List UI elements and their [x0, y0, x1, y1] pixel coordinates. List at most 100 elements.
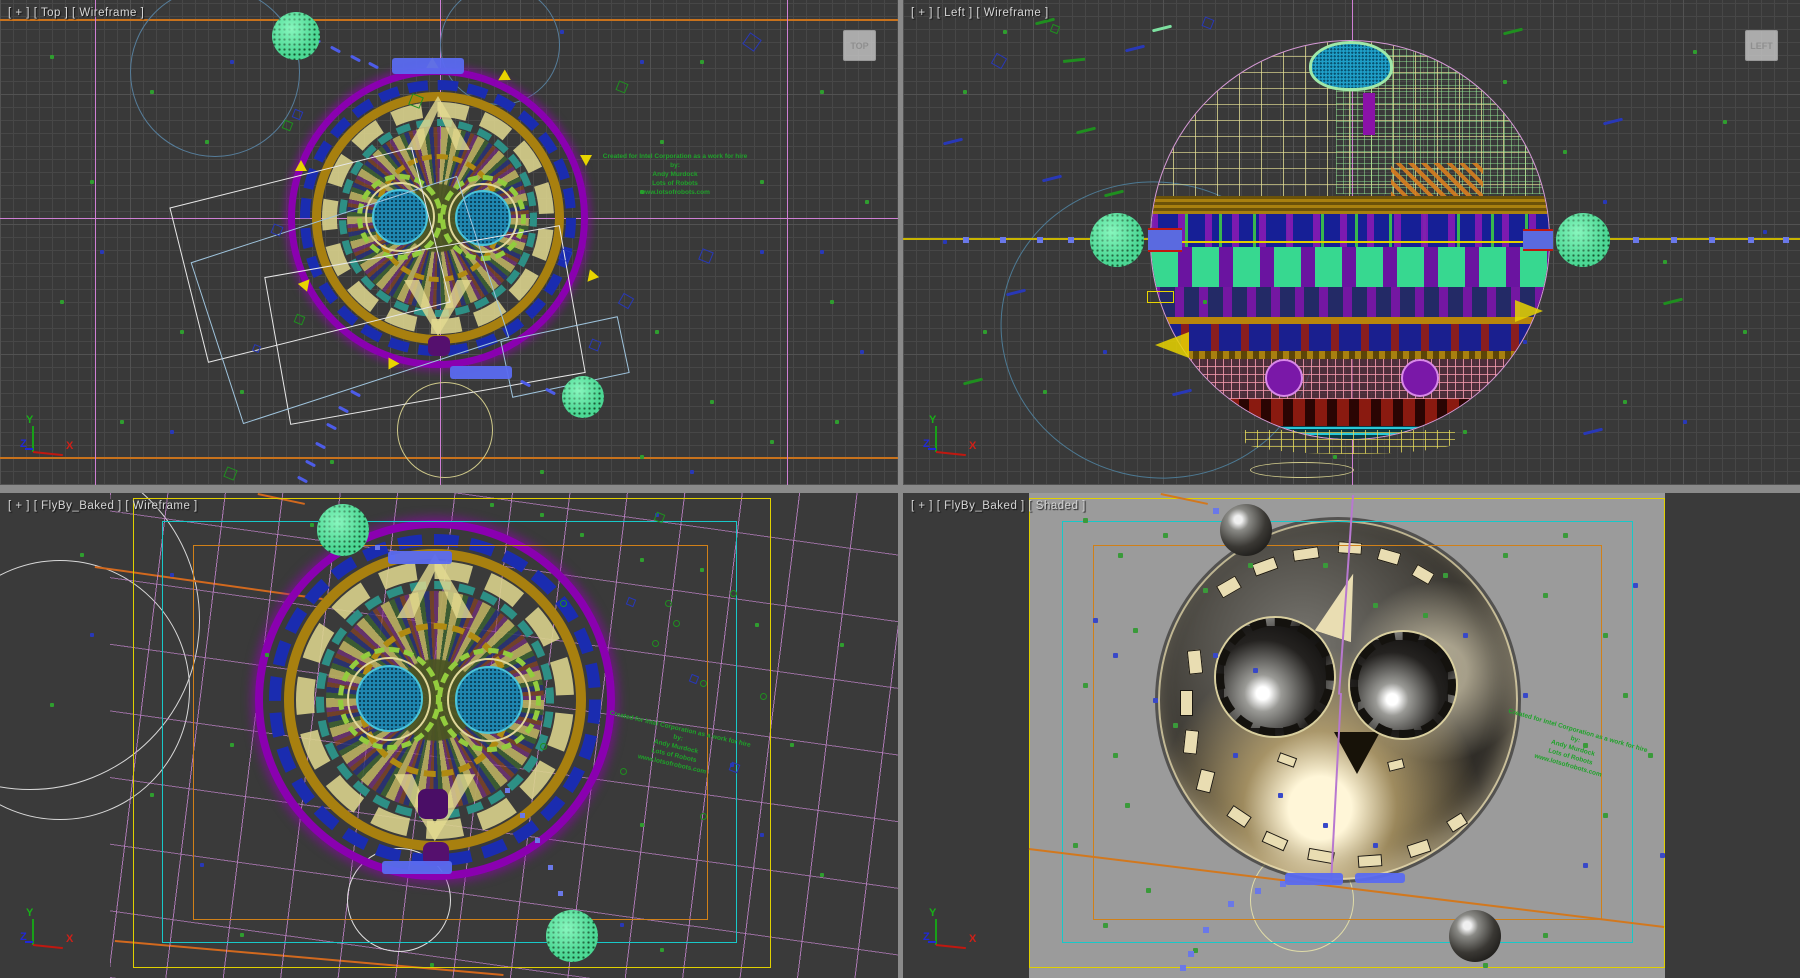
viewport-label-flyby-wire[interactable]: [ + ] [ FlyBy_Baked ] [ Wireframe ]	[8, 500, 198, 512]
meteor-dash	[1152, 25, 1172, 33]
green-dot	[240, 390, 244, 394]
trajectory-bead	[558, 891, 563, 896]
navy-dot	[1118, 553, 1123, 558]
green-dot	[330, 460, 334, 464]
navy-dot	[1563, 533, 1568, 538]
navy-dot	[1323, 823, 1328, 828]
wire-square	[742, 32, 761, 51]
path-vertex-bead	[1068, 237, 1074, 243]
south-dome-wire	[1245, 430, 1455, 454]
purple-medallion	[1401, 359, 1439, 397]
green-dot	[1723, 120, 1727, 124]
green-dot	[770, 440, 774, 444]
green-dot	[865, 200, 869, 204]
navy-dot	[1103, 350, 1107, 354]
navy-dot	[1083, 683, 1088, 688]
yellow-marker	[389, 358, 400, 370]
navy-dot	[1603, 200, 1607, 204]
world-axis-tripod: Y X Z	[911, 418, 991, 468]
navy-dot	[760, 250, 764, 254]
navy-dot	[1423, 613, 1428, 618]
trajectory-bead	[535, 838, 540, 843]
viewport-flyby-shaded[interactable]: [ + ] [ FlyBy_Baked ] [ Shaded ] Created…	[903, 493, 1800, 978]
ring-spline-edge-on	[1250, 462, 1354, 478]
navy-dot	[1113, 653, 1118, 658]
trajectory-bead	[1213, 508, 1219, 514]
green-dot	[820, 873, 824, 877]
wire-square	[991, 53, 1007, 69]
green-dot	[120, 420, 124, 424]
green-dot	[760, 180, 764, 184]
path-vertex-bead	[1037, 237, 1043, 243]
navy-dot	[100, 250, 104, 254]
navy-dot	[1103, 923, 1108, 928]
wire-circle	[540, 743, 547, 750]
green-dot	[655, 330, 659, 334]
green-dot	[150, 90, 154, 94]
axis-x-label: X	[969, 933, 976, 945]
path-vertex-bead	[1671, 237, 1677, 243]
navy-dot	[170, 430, 174, 434]
navy-dot	[760, 833, 764, 837]
wire-square	[618, 293, 634, 309]
meteor-dash	[963, 378, 983, 386]
orange-truss	[1391, 163, 1483, 197]
green-satellite-sphere	[1556, 213, 1610, 267]
wire-circle	[700, 813, 707, 820]
axis-x-label: X	[66, 933, 73, 945]
navy-dot	[90, 633, 94, 637]
viewport-label-left[interactable]: [ + ] [ Left ] [ Wireframe ]	[911, 7, 1049, 19]
green-dot	[835, 420, 839, 424]
yellow-gizmo-rect	[1147, 291, 1174, 303]
gold-truss	[1151, 351, 1549, 359]
wire-square	[223, 466, 237, 480]
navy-dot	[690, 470, 694, 474]
navy-dot	[1125, 803, 1130, 808]
green-dot	[50, 703, 54, 707]
trajectory-dash	[330, 46, 341, 54]
trajectory-bead	[505, 788, 510, 793]
navy-dot	[1763, 230, 1767, 234]
pink-lattice-band	[1151, 359, 1549, 399]
viewport-label-top[interactable]: [ + ] [ Top ] [ Wireframe ]	[8, 7, 144, 19]
meteor-dash	[1042, 175, 1062, 183]
viewport-left-wireframe[interactable]: [ + ] [ Left ] [ Wireframe ]	[903, 0, 1800, 485]
navy-dot	[1683, 420, 1687, 424]
green-dot	[790, 743, 794, 747]
navy-dot	[1323, 563, 1328, 568]
wire-circle	[560, 600, 567, 607]
navy-dot	[1483, 963, 1488, 968]
world-axis-tripod: Y X Z	[8, 418, 88, 468]
green-dot	[540, 470, 544, 474]
blue-cluster-south	[450, 366, 512, 379]
navy-dot	[1603, 813, 1608, 818]
axis-y-label: Y	[26, 414, 33, 426]
meteor-dash	[1503, 28, 1523, 36]
green-dot	[1743, 330, 1747, 334]
axis-y-label: Y	[929, 907, 936, 919]
navy-dot	[1203, 588, 1208, 593]
green-dot	[150, 793, 154, 797]
wire-circle	[652, 640, 659, 647]
trajectory-bead	[1180, 965, 1186, 971]
green-dot	[1003, 30, 1007, 34]
navy-dot	[1443, 573, 1448, 578]
pink-spline-v3	[787, 0, 788, 485]
viewport-top-wireframe[interactable]: [ + ] [ Top ] [ Wireframe ] TOP Y X Z	[0, 0, 898, 485]
trajectory-bead	[520, 813, 525, 818]
viewport-flyby-wireframe[interactable]: [ + ] [ FlyBy_Baked ] [ Wireframe ] Crea…	[0, 493, 898, 978]
axis-y-label: Y	[26, 907, 33, 919]
viewcube[interactable]: TOP	[843, 30, 876, 61]
world-axis-tripod: Y X Z	[8, 911, 88, 961]
meteor-dash	[1663, 298, 1683, 306]
viewport-label-flyby-shaded[interactable]: [ + ] [ FlyBy_Baked ] [ Shaded ]	[911, 500, 1086, 512]
viewcube[interactable]: LEFT	[1745, 30, 1778, 61]
navy-dot	[1523, 340, 1527, 344]
trajectory-bead	[1255, 888, 1261, 894]
equator-line	[1151, 241, 1549, 243]
green-dot	[1203, 300, 1207, 304]
meteor-dash	[1583, 428, 1603, 436]
viewport-splitter-horizontal[interactable]	[0, 485, 1800, 493]
navy-dot	[1113, 753, 1118, 758]
green-dot	[640, 455, 644, 459]
